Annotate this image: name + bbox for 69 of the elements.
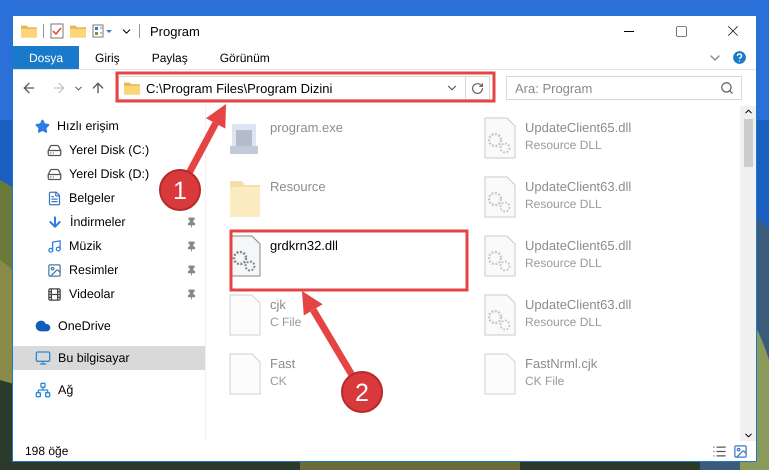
file-icon xyxy=(228,293,262,337)
address-path: C:\Program Files\Program Dizini xyxy=(146,80,334,96)
film-icon xyxy=(47,286,62,302)
drive-icon xyxy=(47,166,62,182)
sidebar-link[interactable]: Belgeler xyxy=(69,191,115,205)
pin-icon[interactable] xyxy=(186,264,197,276)
sidebar-link[interactable]: Videolar xyxy=(69,287,115,301)
sidebar-link[interactable]: Müzik xyxy=(69,239,102,253)
scrollbar[interactable] xyxy=(740,106,756,441)
ribbon-tab[interactable]: Paylaş xyxy=(136,46,204,69)
drive-icon xyxy=(47,142,62,158)
sidebar-link[interactable]: Yerel Disk (C:) xyxy=(69,143,150,157)
search-field[interactable]: Ara: Program xyxy=(506,76,742,100)
file-type: Resource DLL xyxy=(525,256,602,270)
image-icon xyxy=(47,262,62,278)
network-icon xyxy=(35,382,51,398)
help-icon[interactable] xyxy=(731,49,748,66)
file-type: Resource DLL xyxy=(525,138,602,152)
sidebar-link[interactable]: İndirmeler xyxy=(70,215,126,229)
file-type: Resource DLL xyxy=(525,315,602,329)
item-count: 198 öğe xyxy=(25,444,68,458)
ribbon-tab[interactable]: Dosya xyxy=(13,46,80,69)
properties-icon[interactable] xyxy=(92,24,114,38)
annotation-arrow xyxy=(185,104,226,176)
sidebar-item[interactable]: OneDrive xyxy=(13,314,205,338)
folder-icon xyxy=(21,24,37,38)
sidebar-link[interactable]: Resimler xyxy=(69,263,118,277)
scroll-thumb[interactable] xyxy=(744,119,752,167)
cloud-icon xyxy=(35,318,51,334)
window-title: Program xyxy=(150,24,200,38)
folder-icon xyxy=(124,81,140,95)
document-icon xyxy=(47,190,62,206)
monitor-icon xyxy=(35,350,51,366)
ribbon-tab[interactable]: Giriş xyxy=(79,46,136,69)
download-icon xyxy=(47,214,63,230)
gear-file-icon xyxy=(483,293,517,337)
minimize-icon xyxy=(624,30,634,32)
search-icon xyxy=(720,81,734,95)
file-icon xyxy=(228,352,262,396)
file-type: CK xyxy=(270,374,287,388)
folder-icon xyxy=(70,24,86,38)
back-button[interactable] xyxy=(21,80,37,96)
star-icon xyxy=(35,118,50,134)
pin-icon[interactable] xyxy=(186,240,197,252)
details-view-icon[interactable] xyxy=(712,444,727,458)
maximize-icon xyxy=(674,24,688,38)
sidebar-item[interactable]: Ağ xyxy=(13,378,205,402)
pin-icon[interactable] xyxy=(186,216,197,228)
file-icon xyxy=(483,352,517,396)
sidebar-item[interactable]: Bu bilgisayar xyxy=(13,346,205,370)
large-icons-view-icon[interactable] xyxy=(733,444,748,458)
step-badge: 1 xyxy=(159,169,201,211)
gear-file-icon xyxy=(483,116,517,160)
ribbon-tab[interactable]: Görünüm xyxy=(204,46,286,69)
gear-file-icon xyxy=(483,234,517,278)
sidebar-item[interactable]: Hızlı erişim xyxy=(13,114,205,138)
pin-icon[interactable] xyxy=(186,288,197,300)
refresh-icon xyxy=(471,82,484,94)
step-badge: 2 xyxy=(341,371,383,413)
address-field[interactable]: C:\Program Files\Program Dizini xyxy=(118,76,490,100)
file-name[interactable]: grdkrn32.dll xyxy=(270,238,338,253)
sidebar-link[interactable]: Yerel Disk (D:) xyxy=(69,167,150,181)
music-icon xyxy=(47,238,62,254)
checklist-icon[interactable] xyxy=(50,23,64,39)
up-button[interactable] xyxy=(90,80,106,96)
file-type: Resource DLL xyxy=(525,197,602,211)
file-type: C File xyxy=(270,315,302,329)
gear-file-icon xyxy=(483,175,517,219)
file-type: CK File xyxy=(525,374,564,388)
